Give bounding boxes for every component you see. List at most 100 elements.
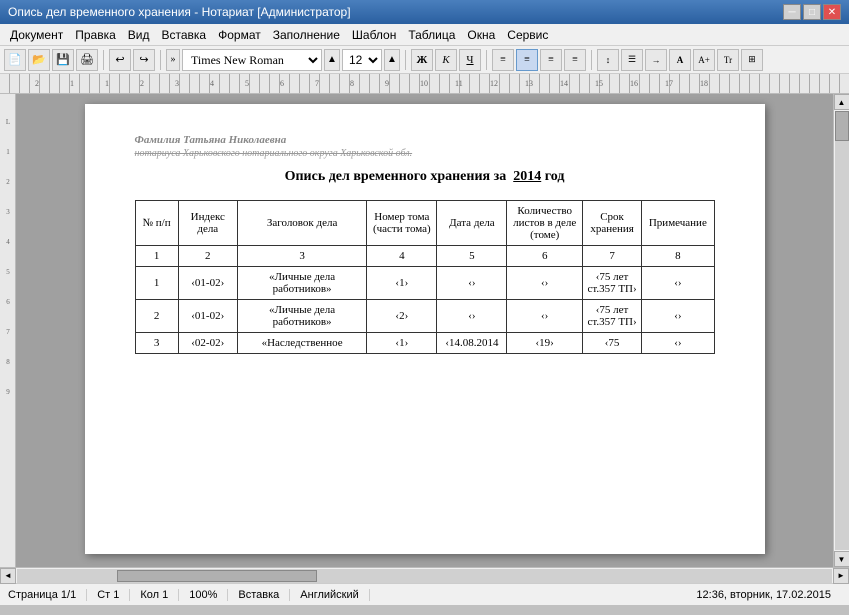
svg-text:9: 9 <box>6 388 10 396</box>
underline-button[interactable]: Ч <box>459 49 481 71</box>
vertical-scrollbar[interactable]: ▲ ▼ <box>833 94 849 567</box>
scroll-up-button[interactable]: ▲ <box>834 94 849 110</box>
document-page: Фамилия Татьяна Николаевна нотариуса Хар… <box>85 104 765 554</box>
new-doc-button[interactable]: 📄 <box>4 49 26 71</box>
align-left-button[interactable]: ≡ <box>492 49 514 71</box>
window-controls: ─ □ ✕ <box>783 4 841 20</box>
tr-button[interactable]: Tr <box>717 49 739 71</box>
table-cell-4: ‹1› <box>367 333 437 354</box>
close-button[interactable]: ✕ <box>823 4 841 20</box>
table-cell-2: ‹01-02› <box>178 300 237 333</box>
svg-text:10: 10 <box>420 79 428 88</box>
table-cell-7: ‹75 лет ст.357 ТП› <box>582 300 641 333</box>
svg-text:7: 7 <box>315 79 319 88</box>
num-row-5: 5 <box>437 246 507 267</box>
svg-text:6: 6 <box>6 298 10 306</box>
print-button[interactable]: 🖨 <box>76 49 98 71</box>
line-spacing-button[interactable]: ↕ <box>597 49 619 71</box>
svg-text:2: 2 <box>6 178 10 186</box>
h-scroll-track[interactable] <box>17 569 832 583</box>
table-cell-7: ‹75 лет ст.357 ТП› <box>582 267 641 300</box>
document-area[interactable]: Фамилия Татьяна Николаевна нотариуса Хар… <box>16 94 833 567</box>
num-row-6: 6 <box>507 246 582 267</box>
num-row-3: 3 <box>237 246 366 267</box>
font-color-button[interactable]: A <box>669 49 691 71</box>
scroll-left-button[interactable]: ◄ <box>0 568 16 584</box>
minimize-button[interactable]: ─ <box>783 4 801 20</box>
svg-text:3: 3 <box>175 79 179 88</box>
table-cell-1: 2 <box>135 300 178 333</box>
redo-button[interactable]: ↪ <box>133 49 155 71</box>
status-lang: Английский <box>290 589 370 601</box>
font-size-select[interactable]: 12 <box>342 49 382 71</box>
svg-text:1: 1 <box>6 148 10 156</box>
menu-service[interactable]: Сервис <box>501 26 554 44</box>
svg-text:8: 8 <box>350 79 354 88</box>
table-cell-4: ‹2› <box>367 300 437 333</box>
num-row-4: 4 <box>367 246 437 267</box>
vertical-ruler: L 1 2 3 4 5 6 7 8 9 <box>0 94 16 567</box>
table-cell-8: ‹› <box>642 333 714 354</box>
list-button[interactable]: ☰ <box>621 49 643 71</box>
italic-button[interactable]: К <box>435 49 457 71</box>
horizontal-scrollbar[interactable]: ◄ ► <box>0 567 849 583</box>
table-cell-1: 1 <box>135 267 178 300</box>
font-size-arrows[interactable]: ▲ <box>324 49 340 71</box>
font-size-arrows2[interactable]: ▲ <box>384 49 400 71</box>
font-size-up-button[interactable]: A+ <box>693 49 715 71</box>
align-justify-button[interactable]: ≡ <box>564 49 586 71</box>
indent-button[interactable]: → <box>645 49 667 71</box>
menu-edit[interactable]: Правка <box>69 26 122 44</box>
h-scroll-thumb[interactable] <box>117 570 317 582</box>
extra-button[interactable]: ⊞ <box>741 49 763 71</box>
col-header-3: Заголовок дела <box>237 201 366 246</box>
svg-text:18: 18 <box>700 79 708 88</box>
menu-template[interactable]: Шаблон <box>346 26 402 44</box>
font-name-select[interactable]: Times New Roman <box>182 49 322 71</box>
scroll-thumb[interactable] <box>835 111 849 141</box>
num-row-8: 8 <box>642 246 714 267</box>
toolbar-main: 📄 📂 💾 🖨 ↩ ↪ » Times New Roman ▲ 12 ▲ Ж К… <box>0 46 849 74</box>
bold-button[interactable]: Ж <box>411 49 433 71</box>
menu-insert[interactable]: Вставка <box>156 26 213 44</box>
svg-text:16: 16 <box>630 79 638 88</box>
num-row-2: 2 <box>178 246 237 267</box>
title-year[interactable]: 2014 <box>513 169 541 184</box>
menu-bar: Документ Правка Вид Вставка Формат Запол… <box>0 24 849 46</box>
menu-table[interactable]: Таблица <box>402 26 461 44</box>
title-bar: Опись дел временного хранения - Нотариат… <box>0 0 849 24</box>
status-page: Страница 1/1 <box>8 589 87 601</box>
table-cell-7: ‹75 <box>582 333 641 354</box>
table-cell-6: ‹19› <box>507 333 582 354</box>
save-button[interactable]: 💾 <box>52 49 74 71</box>
svg-text:14: 14 <box>560 79 568 88</box>
title-suffix: год <box>541 169 564 184</box>
table-cell-4: ‹1› <box>367 267 437 300</box>
svg-text:1: 1 <box>70 79 74 88</box>
status-datetime: 12:36, вторник, 17.02.2015 <box>686 589 841 601</box>
table-cell-3: «Наследственное <box>237 333 366 354</box>
align-center-button[interactable]: ≡ <box>516 49 538 71</box>
menu-format[interactable]: Формат <box>212 26 267 44</box>
col-header-8: Примечание <box>642 201 714 246</box>
horizontal-ruler: 2 1 1 2 3 4 5 6 7 8 9 10 11 12 13 14 15 … <box>0 74 849 94</box>
open-button[interactable]: 📂 <box>28 49 50 71</box>
undo-button[interactable]: ↩ <box>109 49 131 71</box>
menu-fill[interactable]: Заполнение <box>267 26 346 44</box>
table-cell-8: ‹› <box>642 300 714 333</box>
font-toolbar-expand[interactable]: » <box>166 49 180 71</box>
align-right-button[interactable]: ≡ <box>540 49 562 71</box>
table-cell-6: ‹› <box>507 300 582 333</box>
table-cell-1: 3 <box>135 333 178 354</box>
num-row-7: 7 <box>582 246 641 267</box>
menu-windows[interactable]: Окна <box>461 26 501 44</box>
menu-document[interactable]: Документ <box>4 26 69 44</box>
svg-text:17: 17 <box>665 79 673 88</box>
svg-text:2: 2 <box>140 79 144 88</box>
menu-view[interactable]: Вид <box>122 26 156 44</box>
table-cell-6: ‹› <box>507 267 582 300</box>
scroll-track[interactable] <box>835 111 849 550</box>
scroll-down-button[interactable]: ▼ <box>834 551 849 567</box>
maximize-button[interactable]: □ <box>803 4 821 20</box>
scroll-right-button[interactable]: ► <box>833 568 849 584</box>
